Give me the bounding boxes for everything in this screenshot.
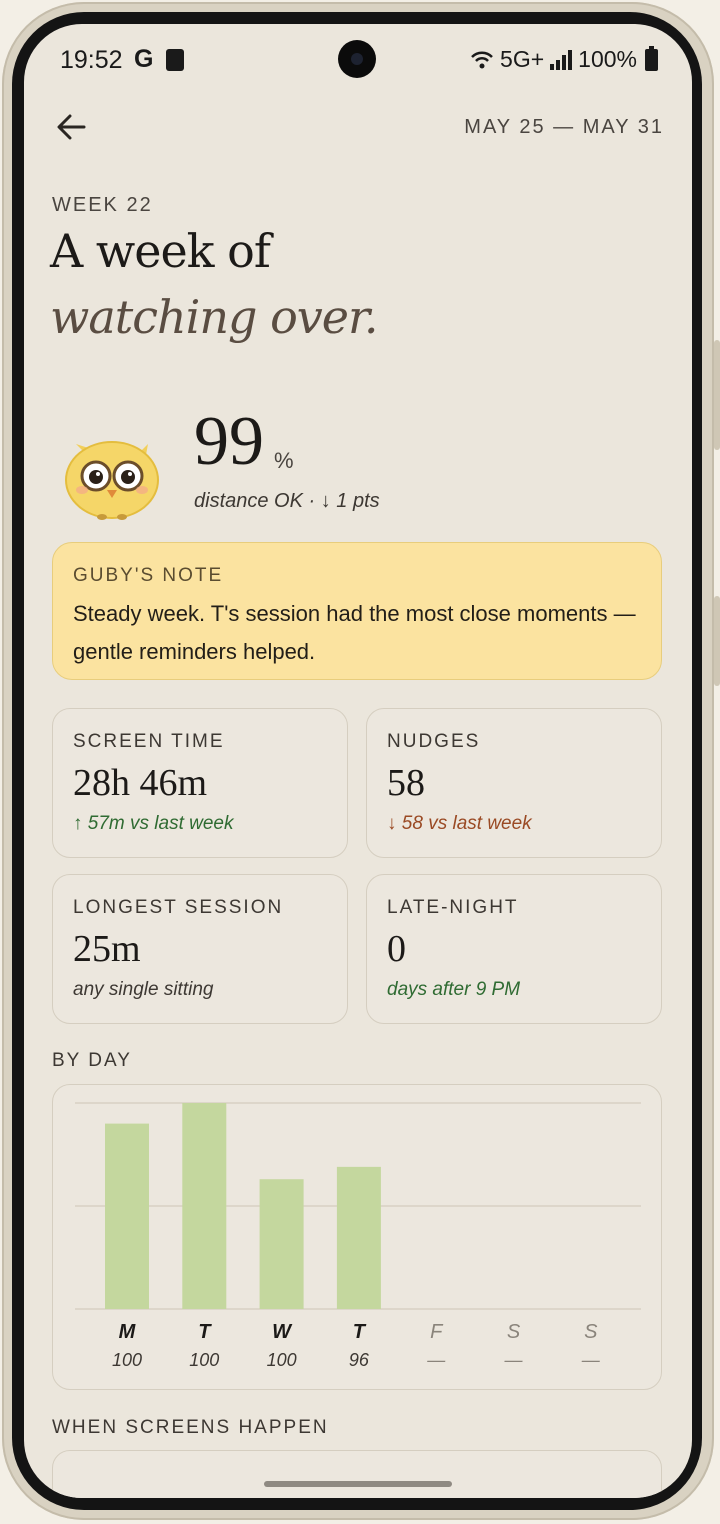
status-time: 19:52 — [60, 46, 123, 74]
home-indicator[interactable] — [264, 1481, 452, 1487]
day-column-label: T 100 — [174, 1321, 234, 1371]
day-column-label: S — — [484, 1321, 544, 1371]
score-value: 99 — [194, 403, 264, 480]
stat-label: SCREEN TIME — [73, 731, 225, 752]
stat-label: LATE-NIGHT — [387, 897, 519, 918]
power-button — [714, 596, 720, 686]
day-column-label: M 100 — [97, 1321, 157, 1371]
day-bar[interactable] — [105, 1123, 149, 1309]
front-camera — [338, 40, 376, 78]
battery-label: 100% — [578, 46, 637, 72]
notification-app-icon — [166, 49, 184, 71]
back-arrow-icon[interactable] — [54, 110, 88, 144]
by-day-chart: M 100 T 100 W 100 T 96 F — S — S — — [52, 1084, 662, 1390]
day-letter: S — [506, 1321, 521, 1343]
day-letter: M — [118, 1321, 136, 1343]
week-label: WEEK 22 — [52, 194, 153, 216]
day-letter: W — [272, 1321, 292, 1343]
score-unit: % — [274, 448, 294, 473]
day-column-label: F — — [406, 1321, 466, 1371]
day-bar[interactable] — [259, 1179, 304, 1309]
page-title-italic: watching over. — [50, 290, 379, 344]
day-value: 100 — [111, 1350, 143, 1370]
day-letter: T — [352, 1321, 365, 1343]
day-column-label: S — — [561, 1321, 621, 1371]
day-value: — — [427, 1350, 446, 1370]
stat-value: 28h 46m — [73, 762, 208, 804]
day-value: — — [581, 1350, 600, 1370]
battery-icon — [645, 45, 658, 71]
day-letter: T — [198, 1321, 211, 1343]
owl-mascot-icon — [65, 441, 159, 520]
day-letter: F — [430, 1321, 443, 1343]
day-bar[interactable] — [182, 1103, 227, 1309]
stat-card-screen-time[interactable]: SCREEN TIME 28h 46m ↑ 57m vs last week — [52, 708, 348, 858]
by-day-label: BY DAY — [52, 1050, 132, 1071]
score-subtitle: distance OK · ↓ 1 pts — [194, 490, 380, 512]
status-bar: 19:52 G 5G+ 100% — [24, 24, 692, 98]
guby-note-card: GUBY'S NOTE Steady week. T's session had… — [52, 542, 662, 680]
volume-button — [714, 340, 720, 450]
screen: 19:52 G 5G+ 100% MAY 25 — MAY 31 WEEK 22… — [24, 24, 692, 1498]
stat-caption: any single sitting — [73, 979, 214, 1000]
day-column-label: T 96 — [329, 1321, 389, 1371]
stat-delta: ↓ 58 vs last week — [387, 813, 532, 834]
status-right: 5G+ 100% — [470, 45, 658, 73]
network-label: 5G+ — [500, 46, 545, 72]
stat-card-late-night[interactable]: LATE-NIGHT 0 days after 9 PM — [366, 874, 662, 1024]
stat-label: LONGEST SESSION — [73, 897, 284, 918]
stat-card-nudges[interactable]: NUDGES 58 ↓ 58 vs last week — [366, 708, 662, 858]
day-column-label: W 100 — [252, 1321, 312, 1371]
wifi-icon — [471, 51, 493, 68]
note-text: Steady week. T's session had the most cl… — [73, 601, 636, 664]
day-value: — — [504, 1350, 523, 1370]
stat-value: 25m — [73, 928, 141, 970]
stat-value: 0 — [387, 928, 406, 970]
date-range: MAY 25 — MAY 31 — [464, 116, 664, 138]
day-value: 100 — [189, 1350, 220, 1370]
google-icon: G — [134, 45, 154, 73]
note-label: GUBY'S NOTE — [73, 565, 224, 586]
signal-icon — [550, 49, 573, 70]
day-bar[interactable] — [336, 1166, 381, 1309]
day-value: 100 — [266, 1350, 297, 1370]
bar-chart — [75, 1102, 641, 1310]
stat-caption: days after 9 PM — [387, 979, 521, 1000]
stat-value: 58 — [387, 762, 425, 804]
stat-label: NUDGES — [387, 731, 481, 752]
page-title: A week of — [50, 224, 271, 278]
day-letter: S — [584, 1321, 598, 1343]
when-screens-card — [52, 1450, 662, 1498]
stat-card-longest-session[interactable]: LONGEST SESSION 25m any single sitting — [52, 874, 348, 1024]
day-labels: M 100 T 100 W 100 T 96 F — S — S — — [53, 1321, 663, 1381]
when-screens-label: WHEN SCREENS HAPPEN — [52, 1417, 329, 1438]
stat-delta: ↑ 57m vs last week — [73, 813, 234, 834]
day-value: 96 — [348, 1350, 369, 1370]
